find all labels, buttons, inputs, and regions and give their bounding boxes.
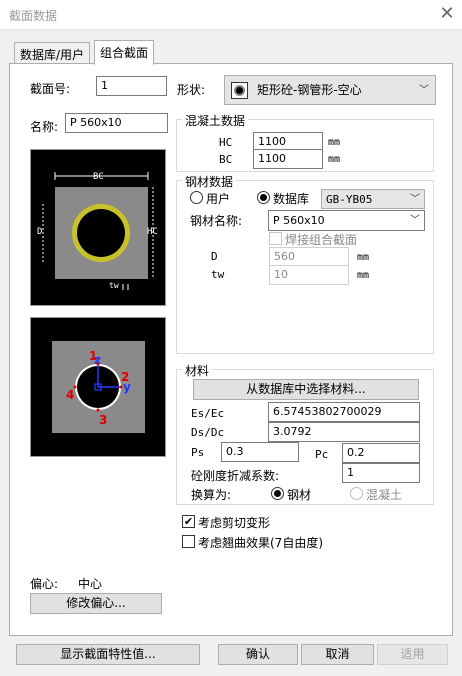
concrete-group-title: 混凝土数据 xyxy=(182,112,249,129)
stiffness-reduction-label: 砼刚度折减系数: xyxy=(191,469,280,483)
node-1-label: 1 xyxy=(89,349,97,363)
material-group-title: 材料 xyxy=(182,362,213,379)
steel-database-select[interactable]: GB-YB05 ﹀ xyxy=(321,189,425,209)
chevron-down-icon: ﹀ xyxy=(419,85,429,96)
ds-dc-label: Ds/Dc xyxy=(191,426,225,439)
es-ec-label: Es/Ec xyxy=(191,407,225,420)
bc-label: BC xyxy=(219,153,233,166)
bc-input[interactable]: 1100 xyxy=(253,149,323,169)
d-label: D xyxy=(211,250,218,263)
d-input[interactable]: 560 xyxy=(269,247,349,267)
user-radio-label: 用户 xyxy=(206,192,231,206)
shear-deformation-label: 考虑剪切变形 xyxy=(198,516,271,530)
warping-label: 考虑翘曲效果(7自由度) xyxy=(198,536,323,550)
apply-button[interactable]: 适用 xyxy=(377,644,448,665)
pc-label: Pc xyxy=(315,448,329,461)
shear-deformation-checkbox[interactable]: ✔ xyxy=(182,515,195,528)
node-3-label: 3 xyxy=(99,413,107,427)
tw-label: tw xyxy=(211,268,225,281)
steel-name-value: P 560x10 xyxy=(273,214,325,227)
hollow-core xyxy=(77,209,125,257)
node-4-label: 4 xyxy=(66,388,74,402)
convert-to-label: 换算为: xyxy=(191,488,232,502)
select-material-button[interactable]: 从数据库中选择材料... xyxy=(193,379,419,400)
convert-concrete-label: 混凝土 xyxy=(366,488,403,502)
tw-input[interactable]: 10 xyxy=(269,265,349,285)
convert-steel-label: 钢材 xyxy=(287,488,312,502)
bc-unit: mm xyxy=(328,154,341,165)
steel-name-label: 钢材名称: xyxy=(190,214,243,228)
database-radio-label: 数据库 xyxy=(273,192,310,206)
user-radio[interactable] xyxy=(190,191,203,204)
eccentricity-label: 偏心: xyxy=(30,577,59,591)
node-2-label: 2 xyxy=(121,370,129,384)
tw-unit: mm xyxy=(357,270,370,281)
ps-input[interactable]: 0.3 xyxy=(221,442,299,462)
hc-label: HC xyxy=(219,136,233,149)
es-ec-input[interactable]: 6.57453802700029 xyxy=(268,402,420,422)
steel-name-select[interactable]: P 560x10 ﹀ xyxy=(268,210,425,231)
database-radio[interactable] xyxy=(257,191,270,204)
window-title: 截面数据 xyxy=(9,9,58,23)
shape-select[interactable]: 矩形砼-钢管形-空心 ﹀ xyxy=(224,75,436,105)
welded-label: 焊接组合截面 xyxy=(285,233,358,247)
section-node-drawing: z y 1 2 3 4 xyxy=(30,317,166,457)
name-label: 名称: xyxy=(30,120,59,134)
tw-dim-label: tw xyxy=(109,281,119,290)
hc-unit: mm xyxy=(328,137,341,148)
tab-composite-section[interactable]: 组合截面 xyxy=(94,40,155,65)
title-bar xyxy=(0,0,462,30)
welded-checkbox[interactable] xyxy=(269,232,282,245)
chevron-down-icon: ﹀ xyxy=(410,215,420,226)
modify-eccentricity-button[interactable]: 修改偏心... xyxy=(30,593,162,614)
ds-dc-input[interactable]: 3.0792 xyxy=(268,422,420,442)
d-dim-label: D xyxy=(37,227,42,237)
section-number-label: 截面号: xyxy=(30,82,71,96)
section-dimension-drawing: BC HC D tw xyxy=(30,149,166,306)
convert-steel-radio[interactable] xyxy=(271,487,284,500)
chevron-down-icon: ﹀ xyxy=(410,194,420,205)
eccentricity-value: 中心 xyxy=(78,577,103,591)
steel-database-value: GB-YB05 xyxy=(326,193,373,206)
show-section-properties-button[interactable]: 显示截面特性值... xyxy=(16,644,200,665)
steel-group-title: 钢材数据 xyxy=(182,173,237,190)
pc-input[interactable]: 0.2 xyxy=(342,443,420,463)
ps-label: Ps xyxy=(191,446,205,459)
bc-dim-label: BC xyxy=(93,172,104,182)
warping-checkbox[interactable] xyxy=(182,535,195,548)
shape-value: 矩形砼-钢管形-空心 xyxy=(257,83,362,97)
cancel-button[interactable]: 取消 xyxy=(301,644,374,665)
section-number-input[interactable]: 1 xyxy=(96,76,167,96)
name-input[interactable]: P 560x10 xyxy=(65,113,168,133)
ok-button[interactable]: 确认 xyxy=(218,644,298,665)
shape-label: 形状: xyxy=(177,83,206,97)
stiffness-reduction-input[interactable]: 1 xyxy=(342,463,420,483)
convert-concrete-radio[interactable] xyxy=(350,487,363,500)
d-unit: mm xyxy=(357,252,370,263)
shape-icon xyxy=(231,82,248,99)
tab-database-user[interactable]: 数据库/用户 xyxy=(14,42,91,64)
hc-dim-label: HC xyxy=(147,227,158,237)
close-icon[interactable]: ✕ xyxy=(436,3,458,25)
